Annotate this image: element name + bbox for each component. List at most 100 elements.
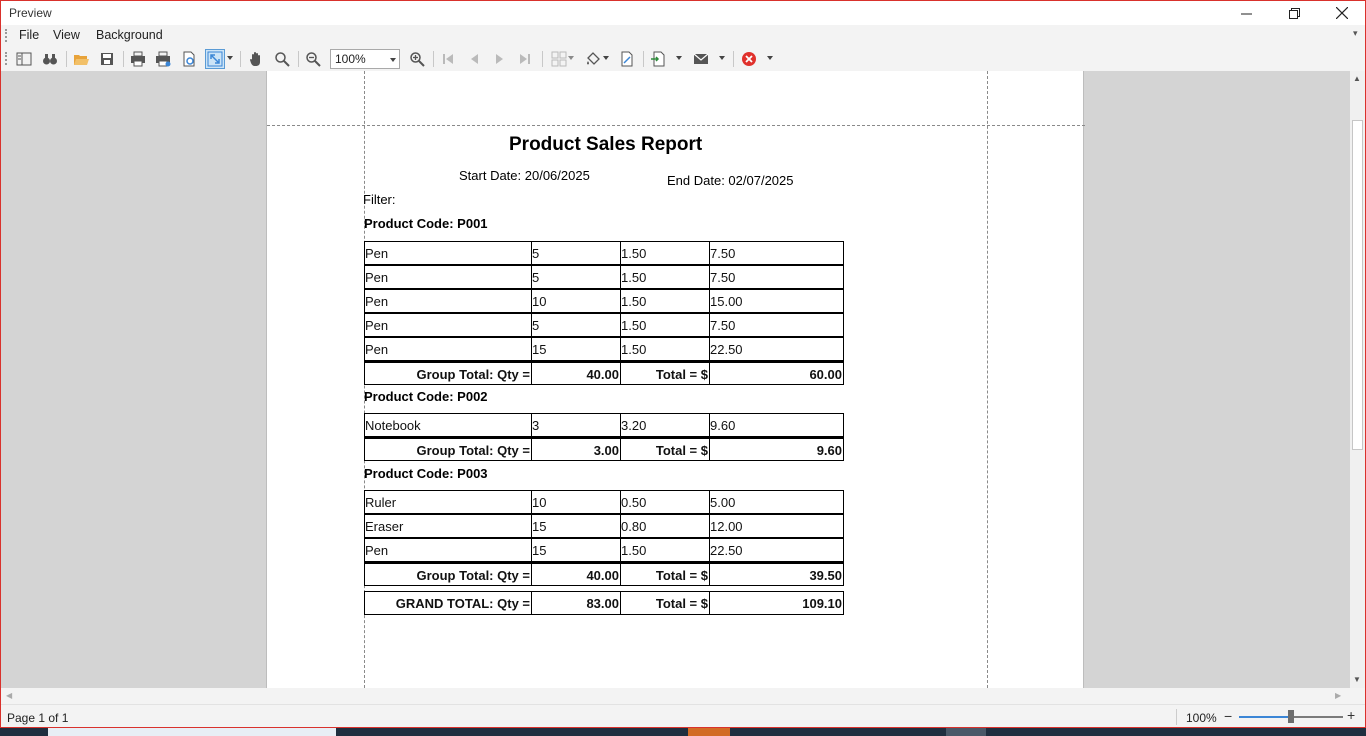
title-bar: Preview <box>1 1 1365 25</box>
qty-cell: 15 <box>531 337 621 361</box>
document-map-icon <box>16 52 32 66</box>
amount-cell: 5.00 <box>709 490 844 514</box>
page-setup-icon <box>183 51 195 67</box>
previous-page-icon <box>471 54 478 64</box>
qty-cell: 5 <box>531 313 621 337</box>
zoom-slider-minus-icon[interactable]: − <box>1224 708 1232 724</box>
toolbar-separator <box>733 51 734 67</box>
product-name-cell: Pen <box>364 241 532 265</box>
scroll-up-icon[interactable]: ▲ <box>1353 74 1361 83</box>
group-total-amount-label: Total = $ <box>620 562 710 586</box>
close-preview-button[interactable] <box>739 49 759 69</box>
preview-viewport[interactable]: Product Sales Report Start Date: 20/06/2… <box>1 71 1350 688</box>
product-name-cell: Pen <box>364 538 532 562</box>
export-button[interactable] <box>648 49 668 69</box>
page-setup-button[interactable] <box>179 49 199 69</box>
group-header-p001: Product Code: P001 <box>364 216 488 231</box>
fill-background-dropdown-arrow-icon[interactable] <box>603 56 609 60</box>
hand-tool-button[interactable] <box>246 49 266 69</box>
toolbar-separator <box>123 51 124 67</box>
scale-button[interactable] <box>205 49 225 69</box>
zoom-combobox[interactable]: 100% <box>330 49 400 69</box>
amount-cell: 7.50 <box>709 313 844 337</box>
table-row: Ruler 10 0.50 5.00 <box>364 490 844 514</box>
search-button[interactable] <box>40 49 60 69</box>
product-name-cell: Pen <box>364 337 532 361</box>
restore-icon <box>1288 7 1300 19</box>
fill-background-button[interactable] <box>583 49 603 69</box>
magnifier-icon <box>275 52 290 67</box>
hand-tool-icon <box>250 52 260 66</box>
vertical-scroll-thumb[interactable] <box>1352 120 1363 450</box>
group-total-amount-label: Total = $ <box>620 437 710 461</box>
menu-grip[interactable] <box>5 29 7 42</box>
chevron-down-icon[interactable]: ▾ <box>1353 28 1358 39</box>
previous-page-button[interactable] <box>464 49 484 69</box>
price-cell: 1.50 <box>620 313 710 337</box>
zoom-out-button[interactable] <box>303 49 323 69</box>
horizontal-scrollbar[interactable]: ◀ ▶ <box>1 688 1350 704</box>
zoom-slider-plus-icon[interactable]: + <box>1347 707 1355 723</box>
group-total-amount: 60.00 <box>709 361 844 385</box>
watermark-button[interactable] <box>617 49 637 69</box>
scale-icon <box>207 51 223 67</box>
zoom-slider-thumb[interactable] <box>1288 710 1294 723</box>
last-page-button[interactable] <box>515 49 535 69</box>
menu-file[interactable]: File <box>15 27 43 43</box>
save-button[interactable] <box>97 49 117 69</box>
group-total-amount: 39.50 <box>709 562 844 586</box>
menu-background[interactable]: Background <box>92 27 167 43</box>
print-button[interactable] <box>128 49 148 69</box>
minimize-button[interactable] <box>1223 1 1269 25</box>
scroll-right-icon[interactable]: ▶ <box>1335 691 1341 700</box>
scale-dropdown-arrow-icon[interactable] <box>227 56 233 60</box>
export-icon <box>651 51 665 67</box>
vertical-scrollbar[interactable]: ▲ ▼ <box>1350 71 1365 688</box>
close-preview-dropdown-arrow-icon[interactable] <box>767 56 773 60</box>
taskbar-strip <box>0 728 1366 736</box>
magnifier-button[interactable] <box>272 49 292 69</box>
group-header-p003: Product Code: P003 <box>364 466 488 481</box>
price-cell: 3.20 <box>620 413 710 437</box>
quick-print-button[interactable] <box>153 49 173 69</box>
print-icon <box>131 51 145 67</box>
open-button[interactable] <box>71 49 91 69</box>
toolbar-separator <box>298 51 299 67</box>
group-total-qty: 3.00 <box>531 437 621 461</box>
qty-cell: 10 <box>531 490 621 514</box>
email-dropdown-arrow-icon[interactable] <box>719 56 725 60</box>
toolbar-separator <box>240 51 241 67</box>
amount-cell: 7.50 <box>709 265 844 289</box>
qty-cell: 5 <box>531 265 621 289</box>
taskbar-segment <box>48 728 336 736</box>
chevron-down-icon[interactable] <box>390 58 396 62</box>
table-row: Pen 10 1.50 15.00 <box>364 289 844 313</box>
table-row: Pen 5 1.50 7.50 <box>364 265 844 289</box>
last-page-icon <box>520 54 530 64</box>
email-button[interactable] <box>691 49 711 69</box>
amount-cell: 22.50 <box>709 538 844 562</box>
amount-cell: 12.00 <box>709 514 844 538</box>
close-button[interactable] <box>1319 1 1365 25</box>
email-icon <box>693 53 709 64</box>
multiple-pages-button[interactable] <box>549 49 569 69</box>
multiple-pages-dropdown-arrow-icon[interactable] <box>568 56 574 60</box>
product-name-cell: Pen <box>364 265 532 289</box>
product-name-cell: Pen <box>364 313 532 337</box>
close-preview-icon <box>742 52 756 66</box>
zoom-in-button[interactable] <box>407 49 427 69</box>
qty-cell: 15 <box>531 538 621 562</box>
watermark-icon <box>621 51 633 67</box>
next-page-button[interactable] <box>490 49 510 69</box>
toolbar-grip[interactable] <box>5 52 7 65</box>
grand-total-amount-label: Total = $ <box>620 591 710 615</box>
scroll-left-icon[interactable]: ◀ <box>6 691 12 700</box>
menu-view[interactable]: View <box>49 27 84 43</box>
group-total-row: Group Total: Qty = 40.00 Total = $ 60.00 <box>364 361 844 385</box>
open-folder-icon <box>74 55 89 65</box>
restore-button[interactable] <box>1271 1 1317 25</box>
scroll-down-icon[interactable]: ▼ <box>1353 675 1361 684</box>
export-dropdown-arrow-icon[interactable] <box>676 56 682 60</box>
document-map-button[interactable] <box>14 49 34 69</box>
first-page-button[interactable] <box>438 49 458 69</box>
